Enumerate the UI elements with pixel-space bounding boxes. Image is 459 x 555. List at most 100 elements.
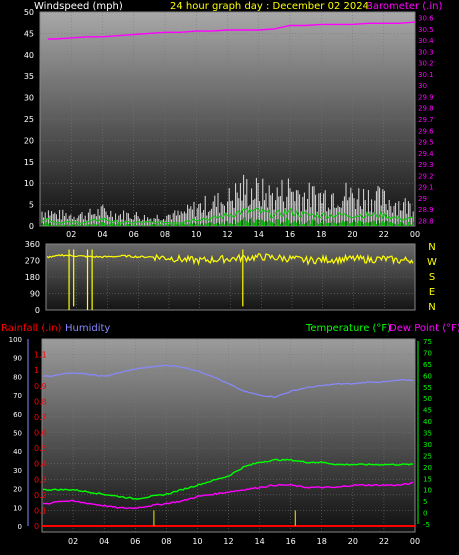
y2-tick-label: 29.4 bbox=[418, 150, 434, 158]
humidity-tick-label: 100 bbox=[9, 336, 22, 344]
y-tick-label: 30 bbox=[24, 94, 34, 103]
temp-humidity-rain-chart: 0 0.1 0.2 0.3 0.4 0.5 0.6 0.7 0.8 0.9 1 1.1 0 10 20 30 4… bbox=[1, 323, 459, 546]
temp-tick-label: 25 bbox=[423, 452, 432, 460]
barometer-axis-label: Barometer (.in) bbox=[366, 1, 442, 12]
humidity-tick-label: 10 bbox=[13, 504, 22, 512]
rainfall-axis-label: Rainfall (.in) bbox=[1, 323, 62, 334]
compass-label: E bbox=[429, 287, 435, 298]
temp-tick-label: 0 bbox=[423, 510, 427, 518]
rain-tick-label: 0.8 bbox=[34, 397, 47, 406]
rain-tick-label: 0.5 bbox=[34, 444, 47, 453]
temp-tick-label: 60 bbox=[423, 372, 432, 380]
x-tick-label: 10 bbox=[192, 537, 202, 546]
rain-tick-label: 0.2 bbox=[34, 491, 47, 500]
temp-tick-label: -5 bbox=[423, 521, 430, 529]
y-tick-label: 50 bbox=[24, 8, 34, 17]
x-tick-label: 00 bbox=[410, 230, 420, 239]
rain-tick-label: 0.1 bbox=[34, 506, 47, 515]
x-tick-label: 22 bbox=[379, 537, 389, 546]
y2-tick-label: 29.5 bbox=[418, 139, 434, 147]
temp-tick-label: 15 bbox=[423, 475, 432, 483]
temp-tick-label: 70 bbox=[423, 349, 432, 357]
rain-tick-label: 0.6 bbox=[34, 429, 47, 438]
temp-tick-label: 75 bbox=[423, 338, 432, 346]
y-tick-label: 45 bbox=[24, 29, 34, 38]
humidity-tick-label: 20 bbox=[13, 486, 22, 494]
rain-tick-label: 0 bbox=[34, 522, 39, 531]
wind-direction-chart: 090180270360 NWSEN bbox=[25, 240, 437, 315]
y-tick-label: 10 bbox=[24, 179, 34, 188]
humidity-tick-label: 50 bbox=[13, 430, 22, 438]
y2-tick-label: 29.3 bbox=[418, 161, 434, 169]
x-tick-label: 16 bbox=[286, 537, 296, 546]
x-tick-label: 08 bbox=[161, 537, 171, 546]
x-tick-label: 00 bbox=[410, 537, 420, 546]
humidity-tick-label: 40 bbox=[13, 448, 22, 456]
y2-tick-label: 29.9 bbox=[418, 93, 434, 101]
y2-tick-label: 28.8 bbox=[418, 217, 434, 225]
chart-title: 24 hour graph day : December 02 2024 bbox=[170, 1, 369, 12]
y-tick-label: 25 bbox=[24, 115, 34, 124]
x-tick-label: 02 bbox=[66, 230, 76, 239]
x-tick-label: 04 bbox=[97, 230, 107, 239]
y2-tick-label: 29.8 bbox=[418, 105, 434, 113]
y2-tick-label: 30.3 bbox=[418, 48, 434, 56]
temp-tick-label: 20 bbox=[423, 464, 432, 472]
y-tick-label: 20 bbox=[24, 136, 34, 145]
dir-tick-label: 360 bbox=[25, 240, 40, 249]
weather-graphs: 0510152025303540455002 04 06 08 10 12 14 16 18 20… bbox=[1, 1, 459, 546]
y-tick-label: 35 bbox=[24, 72, 34, 81]
rain-tick-label: 0.7 bbox=[34, 413, 47, 422]
compass-label: W bbox=[427, 257, 437, 268]
temp-tick-label: 40 bbox=[423, 418, 432, 426]
y2-tick-label: 30.2 bbox=[418, 60, 434, 68]
x-tick-label: 14 bbox=[254, 537, 264, 546]
y-tick-label: 40 bbox=[24, 51, 34, 60]
temp-tick-label: 30 bbox=[423, 441, 432, 449]
humidity-tick-label: 80 bbox=[13, 373, 22, 381]
x-tick-label: 08 bbox=[160, 230, 170, 239]
x-tick-label: 06 bbox=[130, 537, 140, 546]
humidity-axis-label: Humidity bbox=[65, 323, 110, 334]
rain-tick-label: 1.1 bbox=[34, 351, 47, 360]
compass-label: N bbox=[428, 242, 435, 253]
compass-label: N bbox=[428, 302, 435, 313]
y2-tick-label: 29.1 bbox=[418, 184, 434, 192]
dir-tick-label: 0 bbox=[35, 306, 40, 315]
temperature-axis-label: Temperature (°F) bbox=[305, 323, 391, 334]
y2-tick-label: 30.5 bbox=[418, 26, 434, 34]
humidity-tick-label: 70 bbox=[13, 392, 22, 400]
y2-tick-label: 30.1 bbox=[418, 71, 434, 79]
y-tick-label: 15 bbox=[24, 158, 34, 167]
humidity-tick-label: 90 bbox=[13, 355, 22, 363]
x-tick-label: 14 bbox=[254, 230, 264, 239]
x-tick-label: 22 bbox=[379, 230, 389, 239]
y-tick-label: 5 bbox=[29, 201, 34, 210]
x-tick-label: 02 bbox=[68, 537, 78, 546]
rain-tick-label: 0.4 bbox=[34, 460, 47, 469]
y2-tick-label: 28.9 bbox=[418, 206, 434, 214]
rain-tick-label: 1 bbox=[34, 366, 39, 375]
y2-tick-label: 29.6 bbox=[418, 127, 434, 135]
dir-tick-label: 270 bbox=[25, 257, 40, 266]
humidity-tick-label: 60 bbox=[13, 411, 22, 419]
x-tick-label: 18 bbox=[317, 537, 327, 546]
y-tick-label: 0 bbox=[29, 222, 34, 231]
x-tick-label: 10 bbox=[191, 230, 201, 239]
temp-tick-label: 50 bbox=[423, 395, 432, 403]
y2-tick-label: 29 bbox=[418, 195, 427, 203]
temp-tick-label: 10 bbox=[423, 487, 432, 495]
temp-tick-label: 55 bbox=[423, 384, 432, 392]
x-tick-label: 04 bbox=[99, 537, 109, 546]
temp-tick-label: 5 bbox=[423, 498, 427, 506]
temp-tick-label: 35 bbox=[423, 430, 432, 438]
windspeed-axis-label: Windspeed (mph) bbox=[34, 1, 123, 12]
humidity-tick-label: 0 bbox=[18, 523, 22, 531]
humidity-tick-label: 30 bbox=[13, 467, 22, 475]
dir-tick-label: 90 bbox=[30, 290, 40, 299]
x-tick-label: 20 bbox=[348, 537, 358, 546]
y2-tick-label: 30.6 bbox=[418, 15, 434, 23]
dewpoint-axis-label: Dew Point (°F) bbox=[389, 323, 459, 334]
x-tick-label: 20 bbox=[347, 230, 357, 239]
x-tick-label: 18 bbox=[316, 230, 326, 239]
